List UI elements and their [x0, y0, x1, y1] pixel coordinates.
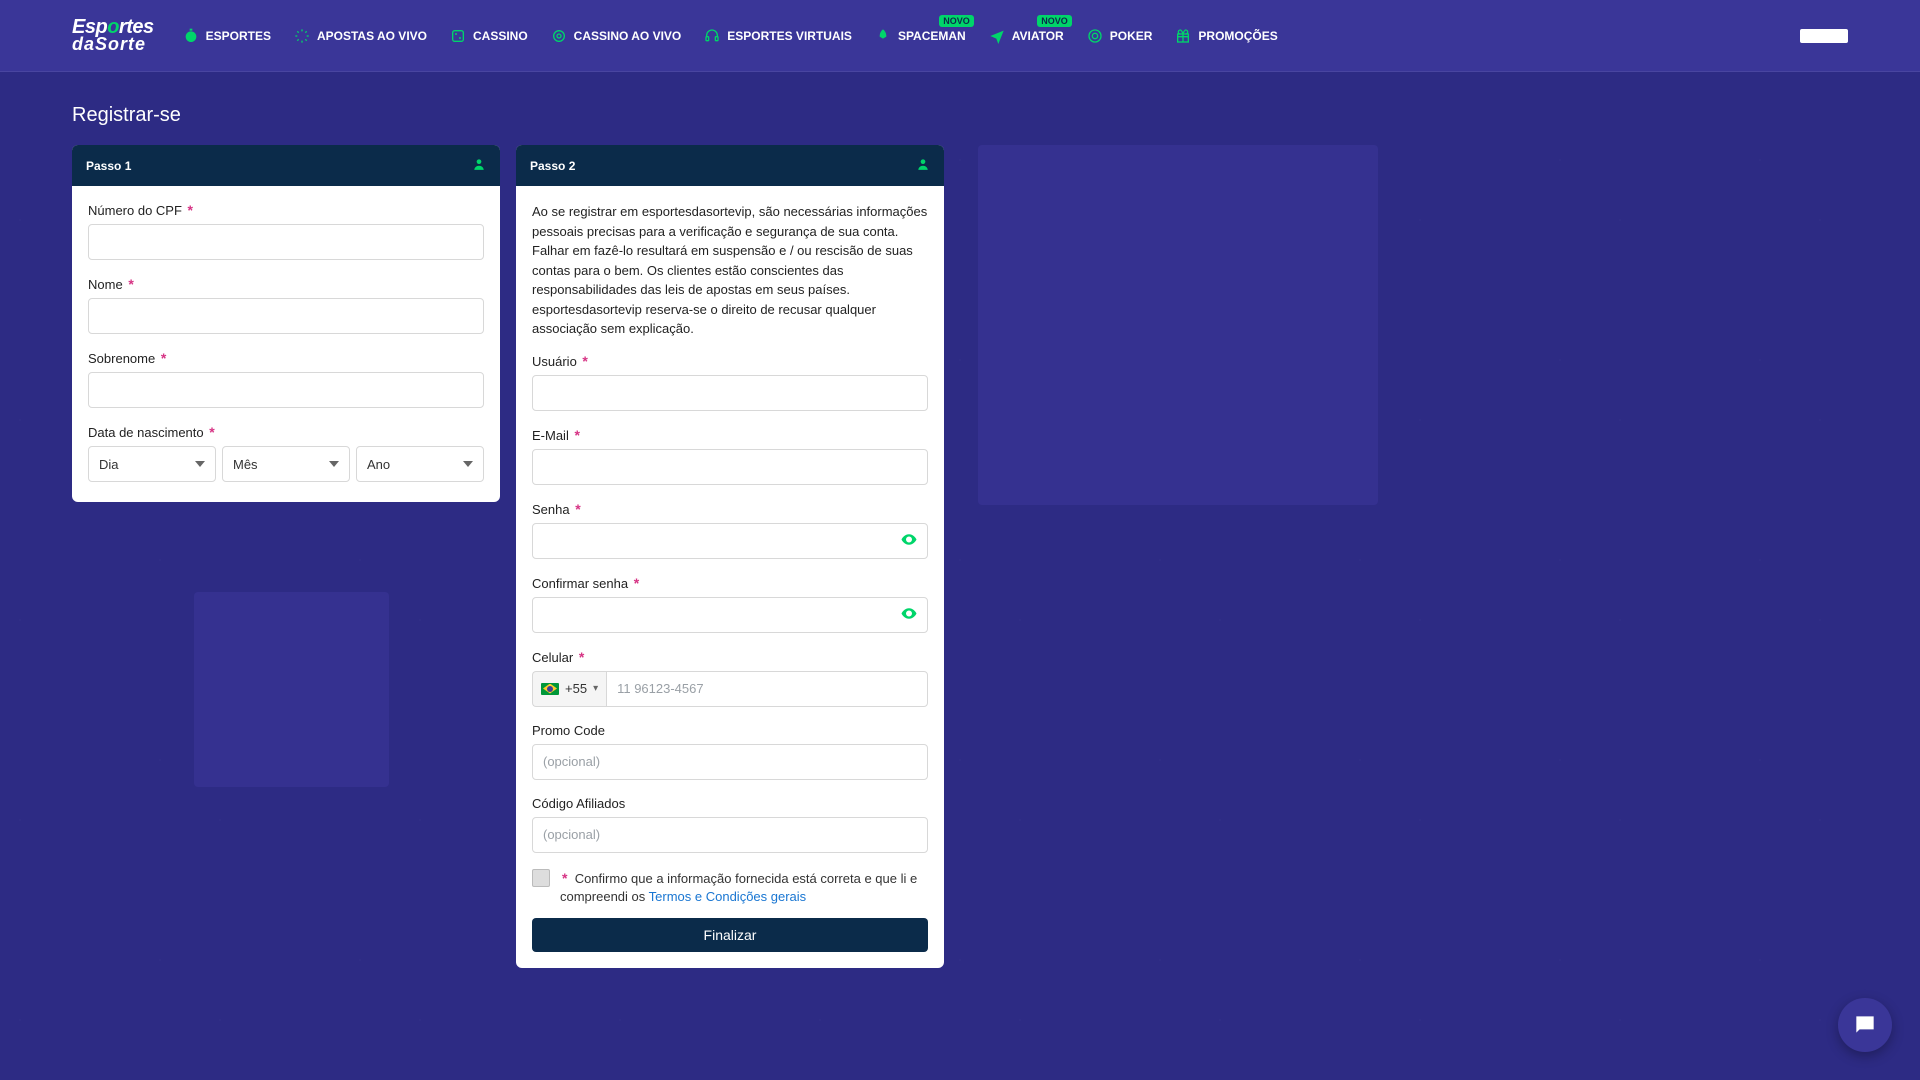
nav-poker[interactable]: POKER [1082, 21, 1157, 51]
nav-label: PROMOÇÕES [1198, 29, 1277, 43]
nav-badge-novo: Novo [1037, 15, 1072, 27]
chat-fab[interactable] [1838, 998, 1892, 1052]
nav-cassino[interactable]: CASSINO [445, 21, 532, 51]
sobrenome-input[interactable] [88, 372, 484, 408]
page-title: Registrar-se [72, 104, 1848, 127]
dial-code: +55 [565, 681, 587, 696]
promo-label: Promo Code [532, 723, 928, 738]
nav-label: SPACEMAN [898, 29, 966, 43]
header-right [1800, 29, 1848, 43]
nav-aviator[interactable]: AVIATOR Novo [984, 21, 1068, 51]
nav-label: APOSTAS AO VIVO [317, 29, 427, 43]
nav-label: ESPORTES [206, 29, 271, 43]
nav-spaceman[interactable]: SPACEMAN Novo [870, 21, 970, 51]
show-password-icon[interactable] [900, 530, 918, 551]
dice-icon [449, 27, 467, 45]
nav-label: ESPORTES VIRTUAIS [727, 29, 852, 43]
nav-apostas-ao-vivo[interactable]: APOSTAS AO VIVO [289, 21, 431, 51]
dob-day-select[interactable]: Dia [88, 446, 216, 482]
nome-input[interactable] [88, 298, 484, 334]
flag-br-icon [541, 683, 559, 695]
nav-cassino-ao-vivo[interactable]: CASSINO AO VIVO [546, 21, 686, 51]
dob-label: Data de nascimento * [88, 424, 484, 440]
dial-code-selector[interactable]: +55 ▾ [532, 671, 606, 707]
header-action-placeholder[interactable] [1800, 29, 1848, 43]
brand-logo[interactable]: Esportes daSorte [72, 18, 154, 52]
senha-label: Senha * [532, 501, 928, 517]
afiliados-input[interactable] [532, 817, 928, 853]
usuario-input[interactable] [532, 375, 928, 411]
card-step1-head: Passo 1 [72, 145, 500, 186]
card-step2: Passo 2 Ao se registrar em esportesdasor… [516, 145, 944, 968]
rocket-icon [874, 27, 892, 45]
cpf-label: Número do CPF * [88, 202, 484, 218]
promo-input[interactable] [532, 744, 928, 780]
live-icon [293, 27, 311, 45]
nome-label: Nome * [88, 276, 484, 292]
nav-badge-novo: Novo [939, 15, 974, 27]
user-icon [916, 157, 930, 174]
cpf-input[interactable] [88, 224, 484, 260]
email-label: E-Mail * [532, 427, 928, 443]
terms-checkbox[interactable] [532, 869, 550, 887]
dob-year-select[interactable]: Ano [356, 446, 484, 482]
nav-label: AVIATOR [1012, 29, 1064, 43]
celular-input[interactable] [606, 671, 928, 707]
nav-label: CASSINO AO VIVO [574, 29, 682, 43]
nav-label: POKER [1110, 29, 1153, 43]
poker-chip-icon [1086, 27, 1104, 45]
main-nav: ESPORTES APOSTAS AO VIVO CASSINO CASSINO… [178, 21, 1282, 51]
confirma-senha-label: Confirmar senha * [532, 575, 928, 591]
show-password-icon[interactable] [900, 604, 918, 625]
email-input[interactable] [532, 449, 928, 485]
submit-button[interactable]: Finalizar [532, 918, 928, 952]
celular-label: Celular * [532, 649, 928, 665]
card-step1: Passo 1 Número do CPF * Nome * [72, 145, 500, 502]
sobrenome-label: Sobrenome * [88, 350, 484, 366]
promo-placeholder-left [194, 592, 389, 787]
card-step1-title: Passo 1 [86, 159, 131, 173]
nav-promocoes[interactable]: PROMOÇÕES [1170, 21, 1281, 51]
nav-esportes-virtuais[interactable]: ESPORTES VIRTUAIS [699, 21, 856, 51]
confirma-senha-input[interactable] [532, 597, 928, 633]
nav-label: CASSINO [473, 29, 528, 43]
senha-input[interactable] [532, 523, 928, 559]
nav-esportes[interactable]: ESPORTES [178, 21, 275, 51]
promo-placeholder-right [978, 145, 1378, 505]
card-step2-head: Passo 2 [516, 145, 944, 186]
gift-icon [1174, 27, 1192, 45]
chip-icon [550, 27, 568, 45]
chevron-down-icon: ▾ [593, 683, 598, 694]
stopwatch-icon [182, 27, 200, 45]
chat-icon [1852, 1012, 1878, 1038]
dob-month-select[interactable]: Mês [222, 446, 350, 482]
afiliados-label: Código Afiliados [532, 796, 928, 811]
step2-intro: Ao se registrar em esportesdasortevip, s… [532, 202, 928, 339]
top-nav: Esportes daSorte ESPORTES APOSTAS AO VIV… [0, 0, 1920, 72]
plane-icon [988, 27, 1006, 45]
card-step2-title: Passo 2 [530, 159, 575, 173]
terms-link[interactable]: Termos e Condições gerais [649, 889, 807, 904]
headset-icon [703, 27, 721, 45]
terms-text: * Confirmo que a informação fornecida es… [560, 869, 928, 907]
user-icon [472, 157, 486, 174]
usuario-label: Usuário * [532, 353, 928, 369]
